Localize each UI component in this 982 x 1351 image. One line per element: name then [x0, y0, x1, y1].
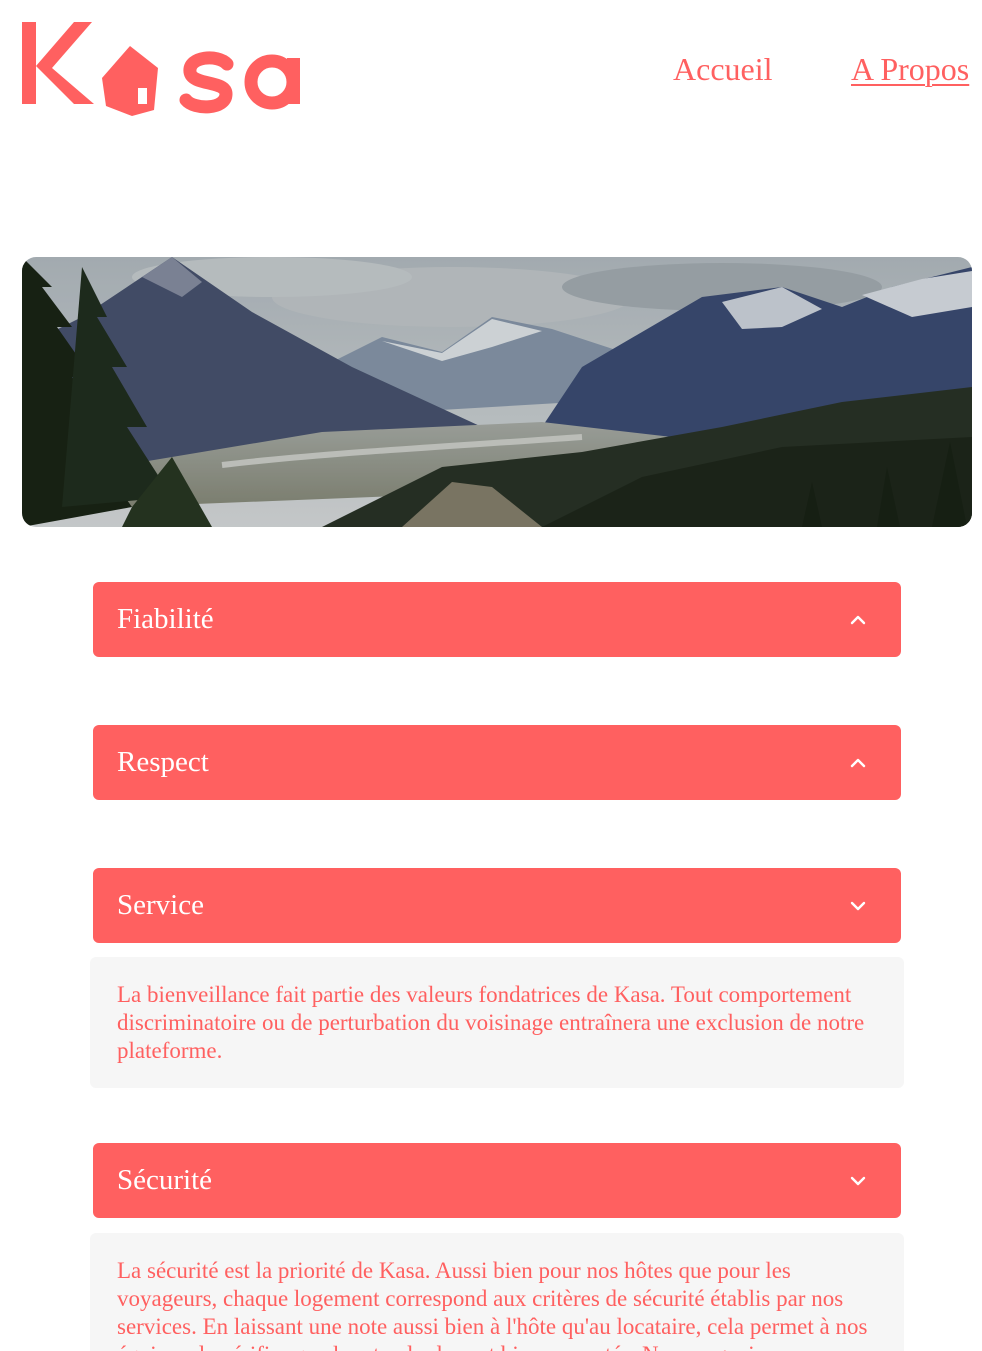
kasa-logo[interactable] — [22, 20, 312, 116]
chevron-up-icon[interactable] — [849, 611, 867, 629]
collapse-title: Sécurité — [117, 1164, 213, 1196]
collapse-header-fiabilite[interactable]: Fiabilité — [93, 582, 901, 657]
collapse-content-service: La bienveillance fait partie des valeurs… — [90, 957, 904, 1088]
collapse-text: La sécurité est la priorité de Kasa. Aus… — [117, 1258, 868, 1351]
about-banner — [22, 257, 972, 527]
collapse-header-securite[interactable]: Sécurité — [93, 1143, 901, 1218]
collapse-content-securite: La sécurité est la priorité de Kasa. Aus… — [90, 1233, 904, 1351]
collapse-header-service[interactable]: Service — [93, 868, 901, 943]
collapse-title: Fiabilité — [117, 603, 214, 635]
collapse-title: Service — [117, 889, 204, 921]
kasa-logo-image — [22, 22, 300, 116]
chevron-down-icon[interactable] — [849, 897, 867, 915]
banner-overlay — [22, 257, 972, 527]
chevron-up-icon[interactable] — [849, 754, 867, 772]
site-header: Accueil A Propos — [0, 0, 982, 130]
chevron-down-icon[interactable] — [849, 1172, 867, 1190]
collapse-text: La bienveillance fait partie des valeurs… — [117, 982, 865, 1063]
nav-home-link[interactable]: Accueil — [673, 50, 773, 88]
collapse-title: Respect — [117, 746, 209, 778]
nav-about-link[interactable]: A Propos — [851, 50, 969, 88]
collapse-header-respect[interactable]: Respect — [93, 725, 901, 800]
